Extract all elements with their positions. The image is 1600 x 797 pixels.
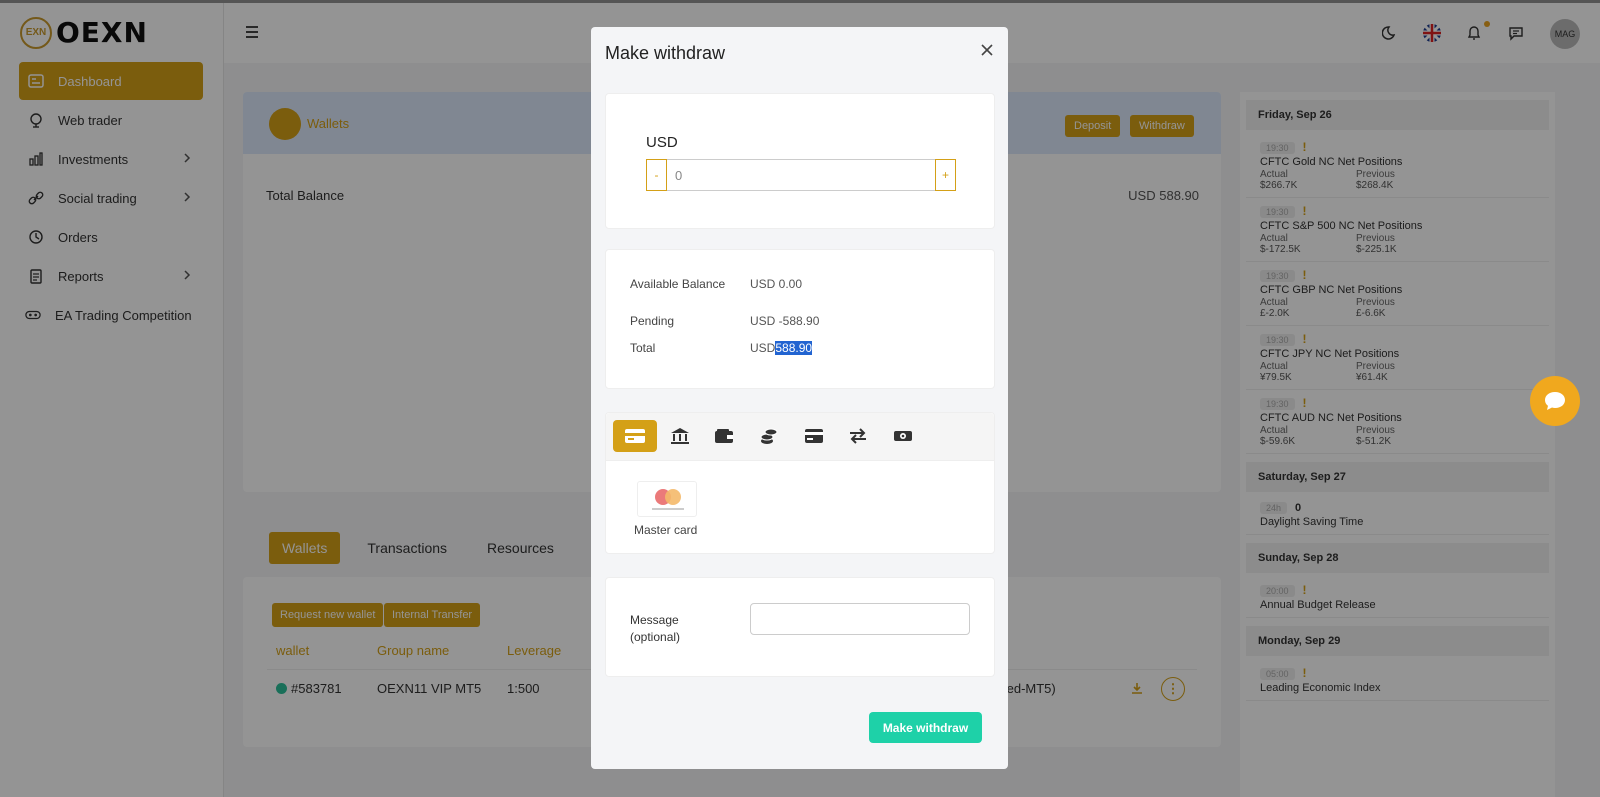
card-icon[interactable] — [613, 420, 657, 452]
wallet-icon[interactable] — [702, 420, 746, 452]
message-label: Message (optional) — [630, 613, 681, 644]
amount-stepper: - 0 + — [646, 159, 956, 191]
message-input[interactable] — [750, 603, 970, 635]
message-panel: Message (optional) — [605, 577, 995, 677]
available-balance-label: Available Balance — [630, 277, 726, 291]
transfer-icon[interactable] — [836, 420, 880, 452]
coins-icon[interactable] — [747, 420, 791, 452]
total-value: USD588.90 — [750, 341, 813, 355]
amount-panel: USD - 0 + — [605, 93, 995, 229]
withdraw-modal: Make withdraw USD - 0 + Available Balanc… — [591, 27, 1008, 769]
modal-title: Make withdraw — [605, 43, 726, 63]
pending-value: USD -588.90 — [750, 314, 820, 328]
total-amount: 588.90 — [775, 341, 813, 355]
cash-icon[interactable] — [881, 420, 925, 452]
balance-panel: Available Balance USD 0.00 Pending USD -… — [605, 249, 995, 389]
mastercard-option[interactable] — [637, 481, 697, 517]
live-chat-button[interactable] — [1530, 376, 1580, 426]
currency-label: USD — [646, 134, 678, 151]
close-icon[interactable] — [980, 43, 994, 62]
bank-icon[interactable] — [658, 420, 702, 452]
available-balance-value: USD 0.00 — [750, 277, 803, 291]
chat-bubble-icon — [1545, 392, 1565, 410]
total-currency: USD — [750, 341, 776, 355]
top-border — [0, 0, 1600, 3]
decrement-button[interactable]: - — [646, 159, 667, 191]
payment-method-label: Master card — [634, 523, 698, 537]
mastercard-logo-icon — [652, 489, 684, 510]
payment-method-tabs — [606, 413, 994, 461]
payment-method-panel: Master card — [605, 412, 995, 554]
make-withdraw-button[interactable]: Make withdraw — [869, 712, 982, 743]
credit-card-icon[interactable] — [792, 420, 836, 452]
amount-input[interactable]: 0 — [667, 159, 935, 191]
total-label: Total — [630, 341, 656, 355]
pending-label: Pending — [630, 314, 675, 328]
increment-button[interactable]: + — [935, 159, 956, 191]
